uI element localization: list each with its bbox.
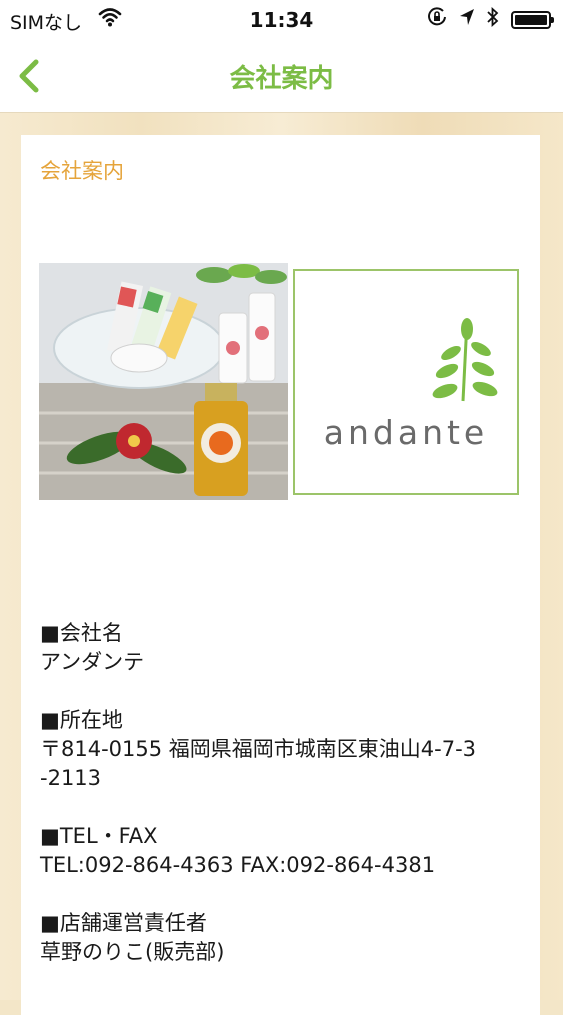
section-heading: ■会社名 [40,621,123,645]
page-title: 会社案内 [229,64,334,94]
bluetooth-icon [487,6,499,32]
address-section: ■所在地 〒814-0155 福岡県福岡市城南区東油山4-7-3 -2113 [40,706,530,793]
location-icon [459,8,475,31]
address-line: 〒814-0155 福岡県福岡市城南区東油山4-7-3 [40,737,477,761]
logo-text: andante [323,413,489,452]
section-heading: ■TEL・FAX [40,824,158,848]
manager-name: 草野のりこ(販売部) [40,940,225,964]
product-photo [39,263,288,500]
company-info: ■会社名 アンダンテ ■所在地 〒814-0155 福岡県福岡市城南区東油山4-… [40,619,530,996]
company-name: アンダンテ [40,650,145,674]
content-card: 会社案内 andante ■会社名 アンダンテ ■所在地 〒814-0155 福… [21,135,540,1015]
orientation-lock-icon [427,7,447,32]
manager-section: ■店舗運営責任者 草野のりこ(販売部) [40,909,530,967]
battery-icon [511,10,554,29]
andante-logo: andante [293,269,519,495]
status-bar: SIMなし 11:34 [0,0,563,40]
tel-fax-value[interactable]: TEL:092-864-4363 FAX:092-864-4381 [40,851,530,880]
card-title: 会社案内 [40,159,124,183]
section-heading: ■店舗運営責任者 [40,911,207,935]
section-heading: ■所在地 [40,708,123,732]
address-line: -2113 [40,766,102,790]
company-name-section: ■会社名 アンダンテ [40,619,530,677]
tel-fax-section: ■TEL・FAX TEL:092-864-4363 FAX:092-864-43… [40,822,530,880]
navigation-bar: 会社案内 [0,40,563,113]
